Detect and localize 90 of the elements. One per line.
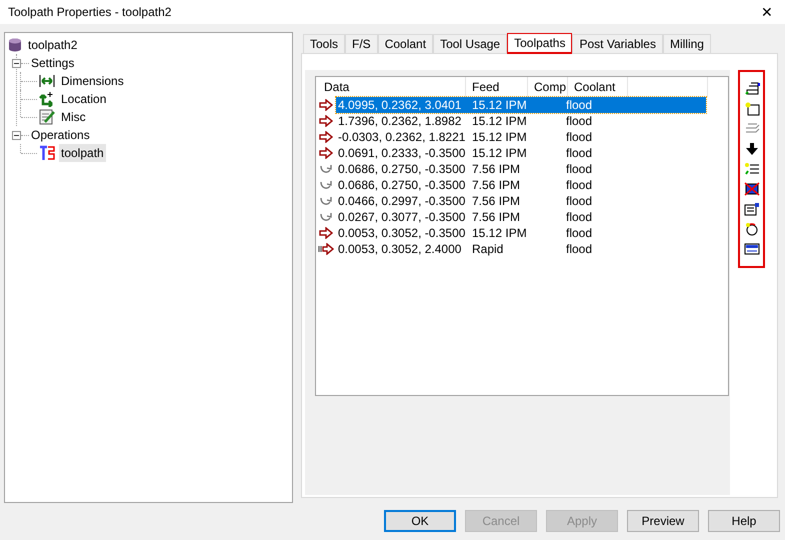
- tree-item[interactable]: Location: [59, 90, 108, 108]
- table-cell-text: -0.0303, 0.2362, 1.8221: [337, 129, 466, 146]
- table-cell-text: 7.56 IPM: [471, 193, 522, 210]
- stacked-sheets-icon: [744, 82, 760, 96]
- toolbar-button[interactable]: [742, 241, 760, 257]
- close-button[interactable]: ✕: [757, 2, 777, 22]
- tab[interactable]: Milling: [662, 34, 711, 53]
- table-cell-text: 15.12 IPM: [471, 129, 528, 146]
- toolbar-button[interactable]: [742, 101, 760, 117]
- curved-arrow-icon: [319, 163, 333, 175]
- table-row[interactable]: 4.0995, 0.2362, 3.0401 15.12 IPM flood: [336, 97, 706, 113]
- table-cell-text: 0.0691, 0.2333, -0.3500: [337, 145, 466, 162]
- arrow-icon: [319, 131, 333, 143]
- table-cell-text: 0.0466, 0.2997, -0.3500: [337, 193, 466, 210]
- tree-item[interactable]: toolpath2: [28, 36, 78, 54]
- arrow-icon: [319, 227, 333, 239]
- table-cell-text: 0.0686, 0.2750, -0.3500: [337, 161, 466, 178]
- table-cell-text: 7.56 IPM: [471, 161, 522, 178]
- arrow-icon: [319, 147, 333, 159]
- table-row[interactable]: 0.0686, 0.2750, -0.3500 7.56 IPM flood: [336, 177, 706, 193]
- table-row[interactable]: 1.7396, 0.2362, 1.8982 15.12 IPM flood: [336, 113, 706, 129]
- table-cell-text: flood: [566, 113, 592, 130]
- collapse-toggle[interactable]: [12, 130, 21, 140]
- axis-arrows-icon: [39, 91, 55, 107]
- tree-item[interactable]: Settings: [31, 54, 74, 72]
- table-cell-text: flood: [566, 161, 592, 178]
- table-cell-text: 7.56 IPM: [471, 177, 522, 194]
- tree-item[interactable]: Dimensions: [59, 72, 126, 90]
- table-cell-text: flood: [566, 177, 592, 194]
- toolbar-button[interactable]: [742, 181, 760, 197]
- list-lines-icon: [744, 162, 760, 176]
- table-cell-text: 15.12 IPM: [471, 97, 528, 114]
- table-cell-text: flood: [566, 241, 592, 258]
- tab[interactable]: Tool Usage: [433, 34, 508, 53]
- toolbar-button[interactable]: [742, 201, 760, 217]
- table-cell-text: 7.56 IPM: [471, 209, 522, 226]
- database-icon: [8, 38, 22, 52]
- tree-item[interactable]: Misc: [59, 108, 88, 126]
- table-row[interactable]: -0.0303, 0.2362, 1.8221 15.12 IPM flood: [336, 129, 706, 145]
- new-frame-icon: [744, 102, 760, 116]
- curved-arrow-icon: [319, 211, 333, 223]
- table-cell-text: 0.0053, 0.3052, -0.3500: [337, 225, 466, 242]
- table-row[interactable]: 0.0691, 0.2333, -0.3500 15.12 IPM flood: [336, 145, 706, 161]
- dialog-button[interactable]: Help: [708, 510, 780, 532]
- arrow-icon: [319, 115, 333, 127]
- table-row[interactable]: 0.0053, 0.3052, -0.3500 15.12 IPM flood: [336, 225, 706, 241]
- document-icon: [744, 202, 760, 216]
- tab[interactable]: F/S: [345, 34, 378, 53]
- table-cell-text: Rapid: [471, 241, 504, 258]
- dialog-button[interactable]: OK: [384, 510, 456, 532]
- toolpath-icon: [39, 145, 55, 161]
- tab[interactable]: Coolant: [378, 34, 434, 53]
- collapse-toggle[interactable]: [12, 58, 21, 68]
- table-cell-text: flood: [566, 145, 592, 162]
- table-cell-text: 15.12 IPM: [471, 145, 528, 162]
- toolbar-button[interactable]: [742, 161, 760, 177]
- tab[interactable]: Post Variables: [572, 34, 663, 53]
- rapid-arrow-icon: [318, 243, 334, 255]
- curved-arrow-icon: [319, 179, 333, 191]
- toolbar-button[interactable]: [742, 81, 760, 97]
- tree-item[interactable]: toolpath: [59, 144, 106, 162]
- table-cell-text: flood: [566, 193, 592, 210]
- tab[interactable]: Tools: [303, 34, 346, 53]
- table-cell-text: flood: [566, 209, 592, 226]
- notepad-pencil-icon: [39, 109, 55, 125]
- tab[interactable]: Toolpaths: [507, 33, 572, 54]
- table-cell-text: flood: [566, 129, 592, 146]
- table-cell-text: 15.12 IPM: [471, 113, 528, 130]
- table-cell-text: 15.12 IPM: [471, 225, 528, 242]
- table-row[interactable]: 0.0267, 0.3077, -0.3500 7.56 IPM flood: [336, 209, 706, 225]
- table-cell-text: 4.0995, 0.2362, 3.0401: [337, 97, 462, 114]
- arrow-icon: [319, 99, 333, 111]
- table-row[interactable]: 0.0466, 0.2997, -0.3500 7.56 IPM flood: [336, 193, 706, 209]
- dialog-button[interactable]: Preview: [627, 510, 699, 532]
- table-cell-text: 0.0267, 0.3077, -0.3500: [337, 209, 466, 226]
- double-arrow-icon: [39, 74, 55, 88]
- down-arrow-icon: [744, 142, 760, 156]
- crossed-frame-icon: [744, 182, 760, 196]
- table-cell-text: 0.0686, 0.2750, -0.3500: [337, 177, 466, 194]
- window-title: Toolpath Properties - toolpath2: [8, 4, 172, 21]
- curved-arrow-icon: [319, 195, 333, 207]
- table-cell-text: flood: [566, 225, 592, 242]
- table-cell-text: 1.7396, 0.2362, 1.8982: [337, 113, 462, 130]
- window-bar-icon: [744, 242, 760, 256]
- table-cell-text: flood: [566, 97, 592, 114]
- circle-icon: [744, 222, 760, 236]
- table-row[interactable]: 0.0053, 0.3052, 2.4000 Rapid flood: [336, 241, 706, 257]
- table-cell-text: 0.0053, 0.3052, 2.4000: [337, 241, 462, 258]
- table-row[interactable]: 0.0686, 0.2750, -0.3500 7.56 IPM flood: [336, 161, 706, 177]
- tree-item[interactable]: Operations: [31, 126, 90, 144]
